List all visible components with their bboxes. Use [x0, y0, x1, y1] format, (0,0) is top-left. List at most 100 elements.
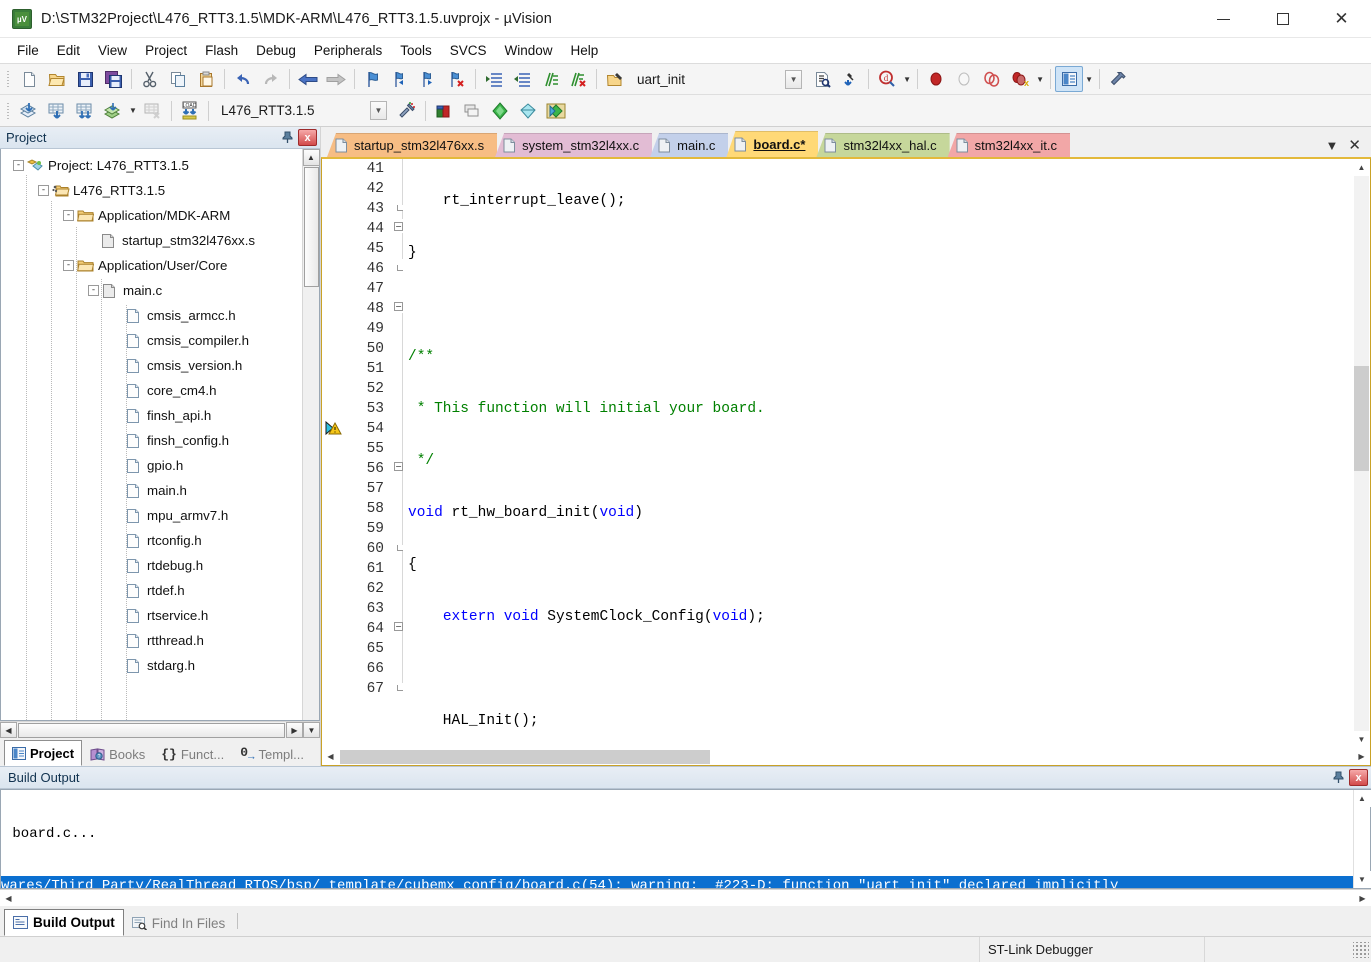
navigate-back-button[interactable]	[294, 66, 322, 92]
tree-item-file-header[interactable]: finsh_config.h	[1, 428, 302, 453]
cut-button[interactable]	[136, 66, 164, 92]
tree-item-file-header[interactable]: rtdef.h	[1, 578, 302, 603]
scroll-up-arrow[interactable]: ▲	[1353, 790, 1371, 807]
tab-project[interactable]: Project	[4, 740, 83, 766]
scroll-left-arrow[interactable]: ◀	[0, 722, 17, 738]
save-all-button[interactable]	[99, 66, 127, 92]
batch-build-caret[interactable]: ▼	[127, 98, 139, 124]
pin-icon[interactable]	[278, 129, 296, 147]
scroll-thumb[interactable]	[340, 749, 710, 764]
build-output-vscrollbar[interactable]: ▲ ▼	[1353, 790, 1371, 888]
close-button[interactable]: ✕	[1312, 0, 1371, 38]
manage-project-items-button[interactable]	[430, 98, 458, 124]
bookmark-toggle-button[interactable]	[359, 66, 387, 92]
menu-debug[interactable]: Debug	[247, 40, 305, 61]
scroll-thumb[interactable]	[18, 722, 285, 738]
editor-vscrollbar[interactable]: ▲ ▼	[1353, 159, 1370, 748]
editor-hscrollbar[interactable]: ◀ ▶	[322, 748, 1370, 765]
comment-button[interactable]	[536, 66, 564, 92]
scroll-right-arrow[interactable]: ▶	[1354, 890, 1371, 906]
tree-item-file-header[interactable]: core_cm4.h	[1, 378, 302, 403]
tree-item-target[interactable]: - L476_RTT3.1.5	[1, 178, 302, 203]
menu-edit[interactable]: Edit	[48, 40, 89, 61]
project-tree-hscrollbar[interactable]: ◀ ▶ ▼	[0, 721, 320, 738]
scroll-right-arrow[interactable]: ▶	[286, 722, 303, 738]
menu-svcs[interactable]: SVCS	[441, 40, 496, 61]
find-in-files-button[interactable]	[808, 66, 836, 92]
menu-window[interactable]: Window	[495, 40, 561, 61]
function-combo-arrow[interactable]: ▼	[785, 69, 803, 89]
fold-collapse-icon[interactable]: −	[394, 462, 403, 471]
maximize-button[interactable]	[1253, 0, 1312, 38]
breakpoints-caret[interactable]: ▼	[1034, 66, 1046, 92]
expander-icon[interactable]: -	[38, 185, 49, 196]
editor-tab-startup[interactable]: startup_stm32l476xx.s	[327, 133, 498, 157]
download-button[interactable]: LOAD	[176, 98, 204, 124]
navigate-forward-button[interactable]	[322, 66, 350, 92]
bookmark-prev-button[interactable]	[387, 66, 415, 92]
disable-all-breakpoints-button[interactable]: x	[1006, 66, 1034, 92]
rebuild-button[interactable]	[71, 98, 99, 124]
bookmark-clear-button[interactable]	[443, 66, 471, 92]
pin-icon[interactable]	[1329, 769, 1347, 787]
scroll-up-arrow[interactable]: ▲	[302, 149, 320, 166]
tree-item-group-mdk-arm[interactable]: - Application/MDK-ARM	[1, 203, 302, 228]
tree-item-group-user-core[interactable]: - Application/User/Core	[1, 253, 302, 278]
code-view[interactable]: 41 42 43 44 45 46 47 48 49 50 51 52 53 5…	[322, 159, 1370, 748]
breakpoint-margin[interactable]	[322, 159, 344, 748]
tree-item-file-header[interactable]: cmsis_version.h	[1, 353, 302, 378]
multi-project-button[interactable]	[514, 98, 542, 124]
undo-button[interactable]	[229, 66, 257, 92]
fold-collapse-icon[interactable]: −	[394, 222, 403, 231]
editor-tab-board[interactable]: board.c*	[726, 131, 819, 157]
tab-functions[interactable]: {} Funct...	[153, 742, 232, 766]
options-target-button[interactable]: d	[873, 66, 901, 92]
menu-flash[interactable]: Flash	[196, 40, 247, 61]
build-button[interactable]	[43, 98, 71, 124]
menu-view[interactable]: View	[89, 40, 136, 61]
uncomment-button[interactable]	[564, 66, 592, 92]
tree-item-file-header[interactable]: cmsis_compiler.h	[1, 328, 302, 353]
bookmark-next-button[interactable]	[415, 66, 443, 92]
menu-peripherals[interactable]: Peripherals	[305, 40, 391, 61]
code-folding-margin[interactable]: − − − −	[390, 159, 406, 748]
open-function-button[interactable]	[601, 66, 629, 92]
toolbar-grip[interactable]	[5, 100, 12, 121]
editor-tab-system[interactable]: system_stm32l4xx.c	[495, 133, 653, 157]
scroll-thumb[interactable]	[1354, 366, 1369, 471]
kill-all-breakpoints-button[interactable]	[978, 66, 1006, 92]
menu-project[interactable]: Project	[136, 40, 196, 61]
tab-find-in-files[interactable]: Find In Files	[124, 911, 234, 936]
expander-icon[interactable]: -	[63, 260, 74, 271]
build-output-close-button[interactable]: x	[1349, 769, 1368, 786]
toolbar-grip[interactable]	[5, 69, 12, 89]
build-output-body[interactable]: board.c... wares/Third_Party/RealThread_…	[0, 789, 1371, 889]
editor-tab-it[interactable]: stm32l4xx_it.c	[947, 133, 1071, 157]
target-options-button[interactable]	[393, 98, 421, 124]
build-output-text[interactable]: board.c... wares/Third_Party/RealThread_…	[1, 790, 1353, 888]
project-panel-close-button[interactable]: x	[298, 129, 317, 146]
menu-tools[interactable]: Tools	[391, 40, 441, 61]
manage-windows-button[interactable]	[1055, 66, 1084, 92]
tree-item-file-header[interactable]: rtconfig.h	[1, 528, 302, 553]
tree-item-file-header[interactable]: mpu_armv7.h	[1, 503, 302, 528]
tab-build-output[interactable]: Build Output	[4, 909, 124, 936]
menu-help[interactable]: Help	[562, 40, 608, 61]
scroll-right-arrow[interactable]: ▶	[1353, 748, 1370, 765]
tab-list-icon[interactable]: ▼	[1326, 138, 1339, 153]
insert-breakpoint-button[interactable]	[922, 66, 950, 92]
tree-item-file-header[interactable]: rtthread.h	[1, 628, 302, 653]
close-icon[interactable]: ✕	[1348, 136, 1361, 154]
translate-button[interactable]	[15, 98, 43, 124]
fold-collapse-icon[interactable]: −	[394, 302, 403, 311]
tree-item-file-header[interactable]: rtservice.h	[1, 603, 302, 628]
scroll-dropdown-arrow[interactable]: ▼	[303, 722, 320, 738]
manage-windows-caret[interactable]: ▼	[1083, 66, 1095, 92]
indent-button[interactable]	[480, 66, 508, 92]
project-tree[interactable]: - Project: L476_RTT3.1.5 - L476_RTT3.1.5…	[1, 149, 302, 720]
open-file-button[interactable]	[43, 66, 71, 92]
tree-item-file-header[interactable]: cmsis_armcc.h	[1, 303, 302, 328]
build-output-line-warning[interactable]: wares/Third_Party/RealThread_RTOS/bsp/_t…	[1, 876, 1353, 888]
expander-icon[interactable]: -	[63, 210, 74, 221]
tab-templates[interactable]: 0→ Templ...	[232, 742, 312, 766]
